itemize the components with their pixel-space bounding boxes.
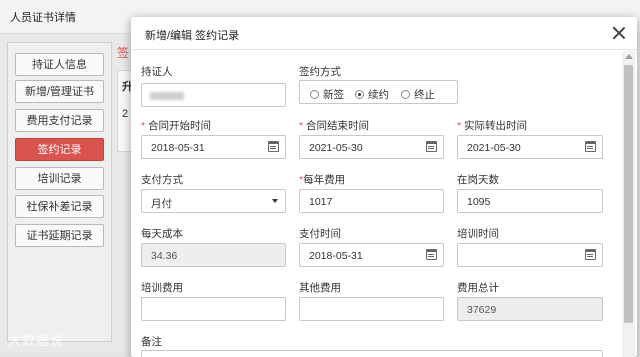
background-tab: 签 bbox=[117, 46, 130, 60]
actual-transfer-input[interactable]: 2021-05-30 bbox=[457, 135, 603, 159]
close-icon[interactable] bbox=[609, 23, 629, 43]
holder-input[interactable] bbox=[141, 83, 286, 107]
sidebar-item-manage-certificate[interactable]: 新增/管理证书 bbox=[15, 80, 104, 103]
radio-terminate[interactable]: 终止 bbox=[401, 87, 435, 102]
calendar-icon[interactable] bbox=[426, 141, 437, 152]
remark-input[interactable] bbox=[141, 350, 603, 357]
daily-cost-label: 每天成本 bbox=[141, 228, 183, 240]
training-time-input[interactable] bbox=[457, 243, 603, 267]
radio-renew[interactable]: 续约 bbox=[355, 87, 389, 102]
radio-circle-icon bbox=[310, 90, 319, 99]
remark-label: 备注 bbox=[141, 336, 162, 348]
other-fee-input[interactable] bbox=[299, 297, 444, 321]
annual-fee-label: *每年费用 bbox=[299, 174, 346, 186]
annual-fee-input[interactable]: 1017 bbox=[299, 189, 444, 213]
contract-end-input[interactable]: 2021-05-30 bbox=[299, 135, 444, 159]
sidebar: 持证人信息 新增/管理证书 费用支付记录 签约记录 培训记录 社保补差记录 证书… bbox=[7, 42, 112, 342]
pay-time-label: 支付时间 bbox=[299, 228, 341, 240]
watermark: 大数据说 bbox=[8, 333, 65, 348]
total-fee-input: 37629 bbox=[457, 297, 603, 321]
modal-title: 新增/编辑 签约记录 bbox=[145, 30, 240, 42]
contract-record-modal: 新增/编辑 签约记录 持证人 签约方式 新签 续约 终止 * 合同开始时间 20… bbox=[131, 17, 637, 357]
contract-end-label: * 合同结束时间 bbox=[299, 120, 370, 132]
days-on-job-label: 在岗天数 bbox=[457, 174, 499, 186]
sign-method-radio-group: 新签 续约 终止 bbox=[299, 80, 458, 104]
sidebar-item-extension-records[interactable]: 证书延期记录 bbox=[15, 224, 104, 247]
background-table-cell: 2 bbox=[122, 108, 129, 120]
sidebar-item-training-records[interactable]: 培训记录 bbox=[15, 167, 104, 190]
daily-cost-input: 34.36 bbox=[141, 243, 286, 267]
sidebar-item-holder-info[interactable]: 持证人信息 bbox=[15, 53, 104, 76]
pay-method-label: 支付方式 bbox=[141, 174, 183, 186]
calendar-icon[interactable] bbox=[426, 249, 437, 260]
sidebar-item-payment-records[interactable]: 费用支付记录 bbox=[15, 109, 104, 132]
pay-method-select[interactable]: 月付 bbox=[141, 189, 286, 213]
training-fee-input[interactable] bbox=[141, 297, 286, 321]
sign-method-label: 签约方式 bbox=[299, 66, 341, 78]
training-fee-label: 培训费用 bbox=[141, 282, 183, 294]
scrollbar-thumb[interactable] bbox=[624, 65, 633, 323]
blurred-name bbox=[150, 92, 184, 100]
scroll-up-icon[interactable] bbox=[625, 54, 633, 59]
other-fee-label: 其他费用 bbox=[299, 282, 341, 294]
radio-new[interactable]: 新签 bbox=[310, 87, 344, 102]
radio-checked-icon bbox=[355, 90, 364, 99]
days-on-job-input[interactable]: 1095 bbox=[457, 189, 603, 213]
radio-circle-icon bbox=[401, 90, 410, 99]
sidebar-item-social-security-records[interactable]: 社保补差记录 bbox=[15, 195, 104, 218]
contract-start-label: * 合同开始时间 bbox=[141, 120, 212, 132]
calendar-icon[interactable] bbox=[268, 141, 279, 152]
actual-transfer-label: * 实际转出时间 bbox=[457, 120, 528, 132]
calendar-icon[interactable] bbox=[585, 141, 596, 152]
calendar-icon[interactable] bbox=[585, 249, 596, 260]
page-title: 人员证书详情 bbox=[10, 12, 76, 24]
pay-time-input[interactable]: 2018-05-31 bbox=[299, 243, 444, 267]
contract-start-input[interactable]: 2018-05-31 bbox=[141, 135, 286, 159]
sidebar-item-contract-records[interactable]: 签约记录 bbox=[15, 138, 104, 161]
total-fee-label: 费用总计 bbox=[457, 282, 499, 294]
training-time-label: 培训时间 bbox=[457, 228, 499, 240]
chevron-down-icon bbox=[272, 199, 278, 203]
modal-header: 新增/编辑 签约记录 bbox=[131, 17, 637, 50]
holder-label: 持证人 bbox=[141, 66, 173, 78]
